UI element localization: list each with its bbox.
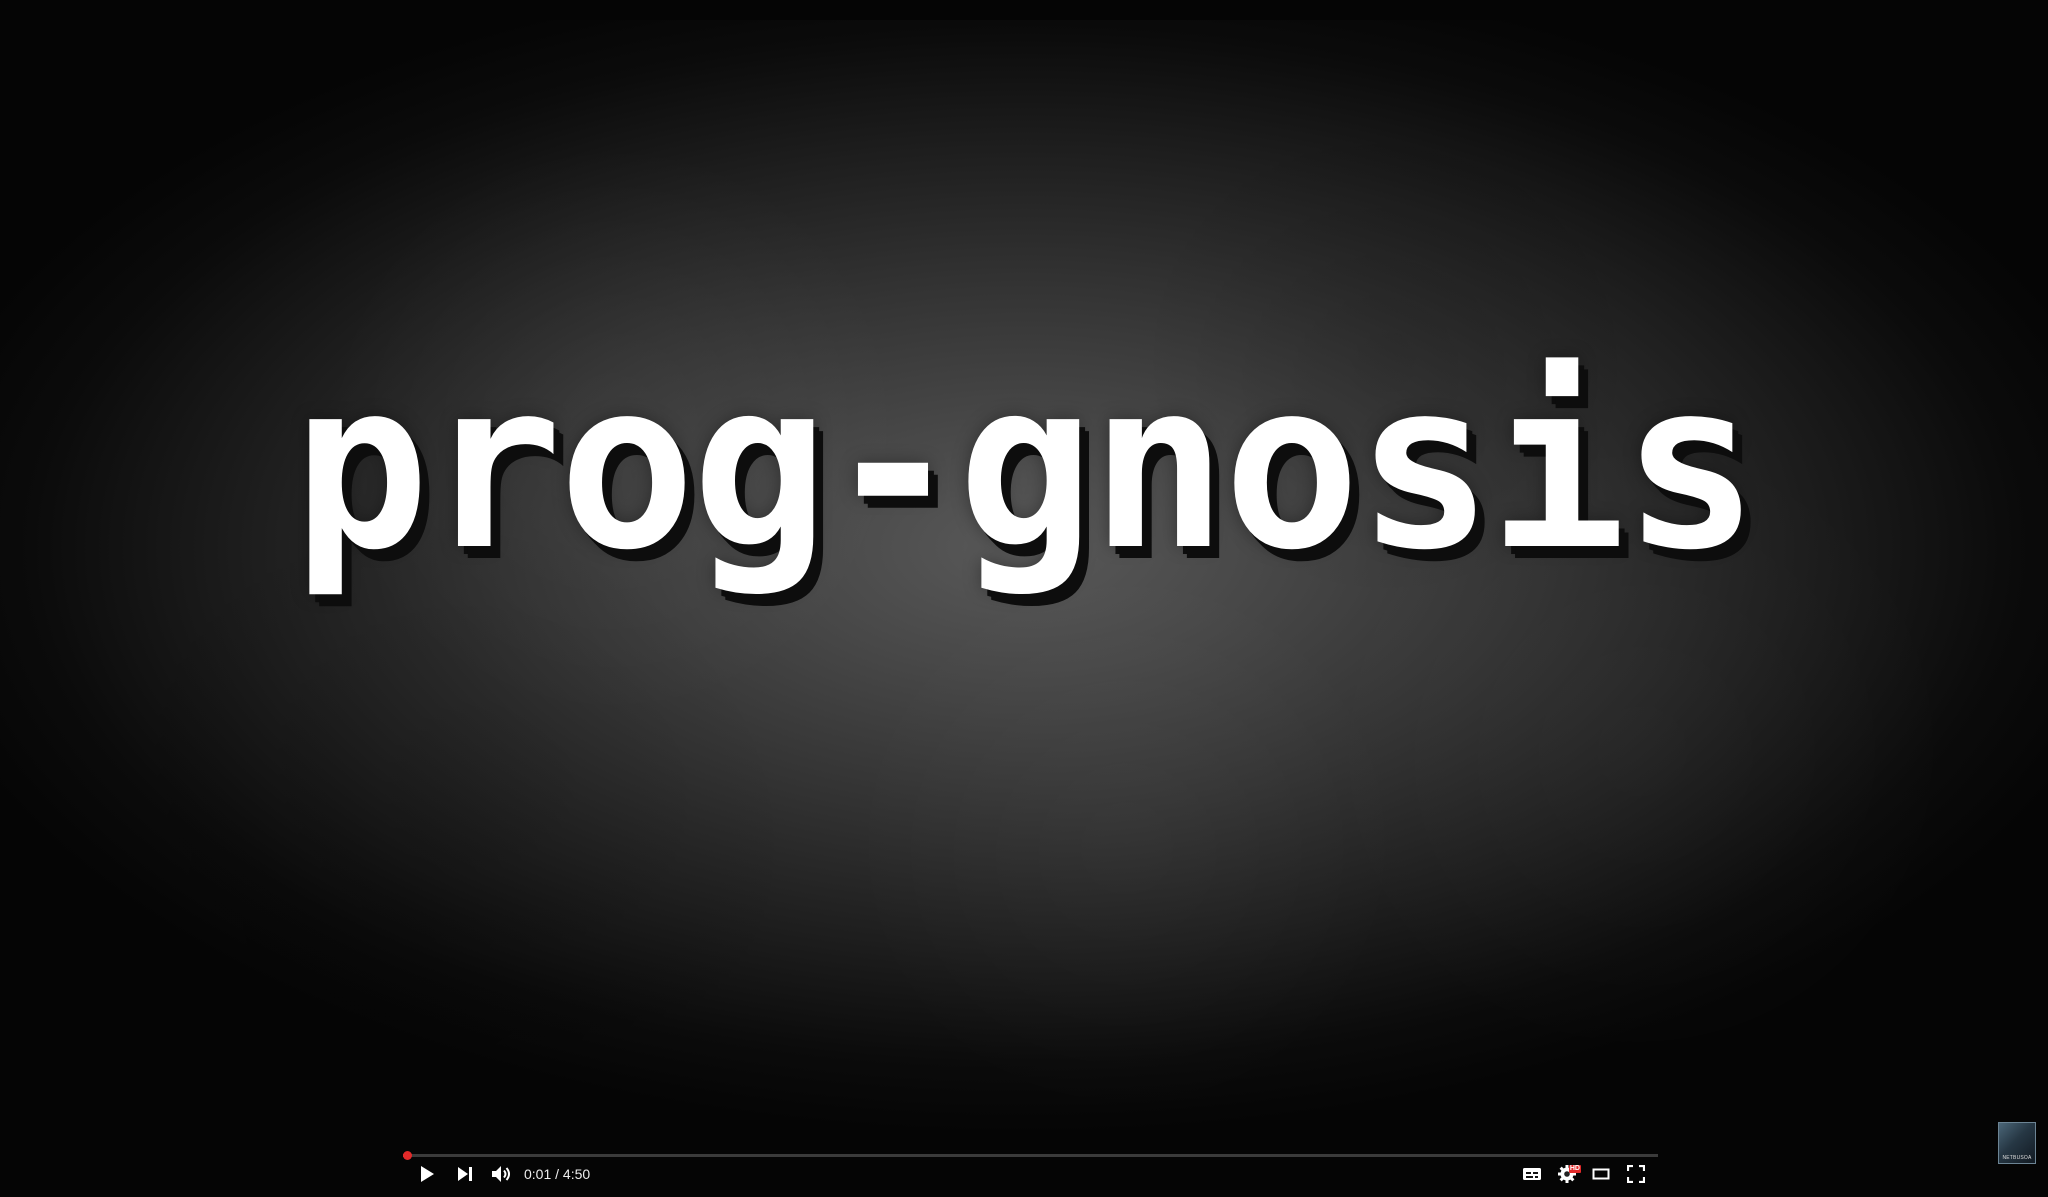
hd-badge: HD — [1568, 1165, 1581, 1173]
video-frame[interactable]: prog-gnosis NETBUSOA — [0, 20, 2048, 1192]
settings-gear-icon: HD — [1557, 1164, 1581, 1184]
settings-button[interactable]: HD — [1554, 1160, 1581, 1188]
volume-icon — [491, 1165, 513, 1183]
theater-mode-icon — [1592, 1167, 1610, 1181]
title-card-text: prog-gnosis — [292, 331, 1760, 601]
player-controls: 0:01 / 4:50 HD — [403, 1160, 1658, 1188]
next-button[interactable] — [453, 1160, 477, 1188]
fullscreen-icon — [1627, 1165, 1645, 1183]
channel-watermark[interactable]: NETBUSOA — [1998, 1122, 2036, 1164]
fullscreen-button[interactable] — [1624, 1160, 1648, 1188]
grunge-texture — [0, 20, 2048, 1192]
volume-button[interactable] — [489, 1160, 515, 1188]
next-icon — [457, 1166, 473, 1182]
play-icon — [419, 1165, 435, 1183]
theater-mode-button[interactable] — [1589, 1160, 1613, 1188]
captions-button[interactable] — [1520, 1160, 1544, 1188]
channel-watermark-label: NETBUSOA — [2002, 1155, 2032, 1161]
time-display: 0:01 / 4:50 — [524, 1166, 591, 1182]
bottom-letterbox — [0, 1192, 2048, 1197]
top-letterbox — [0, 0, 2048, 20]
progress-bar[interactable] — [403, 1151, 1658, 1160]
play-button[interactable] — [415, 1160, 439, 1188]
captions-icon — [1522, 1166, 1542, 1182]
